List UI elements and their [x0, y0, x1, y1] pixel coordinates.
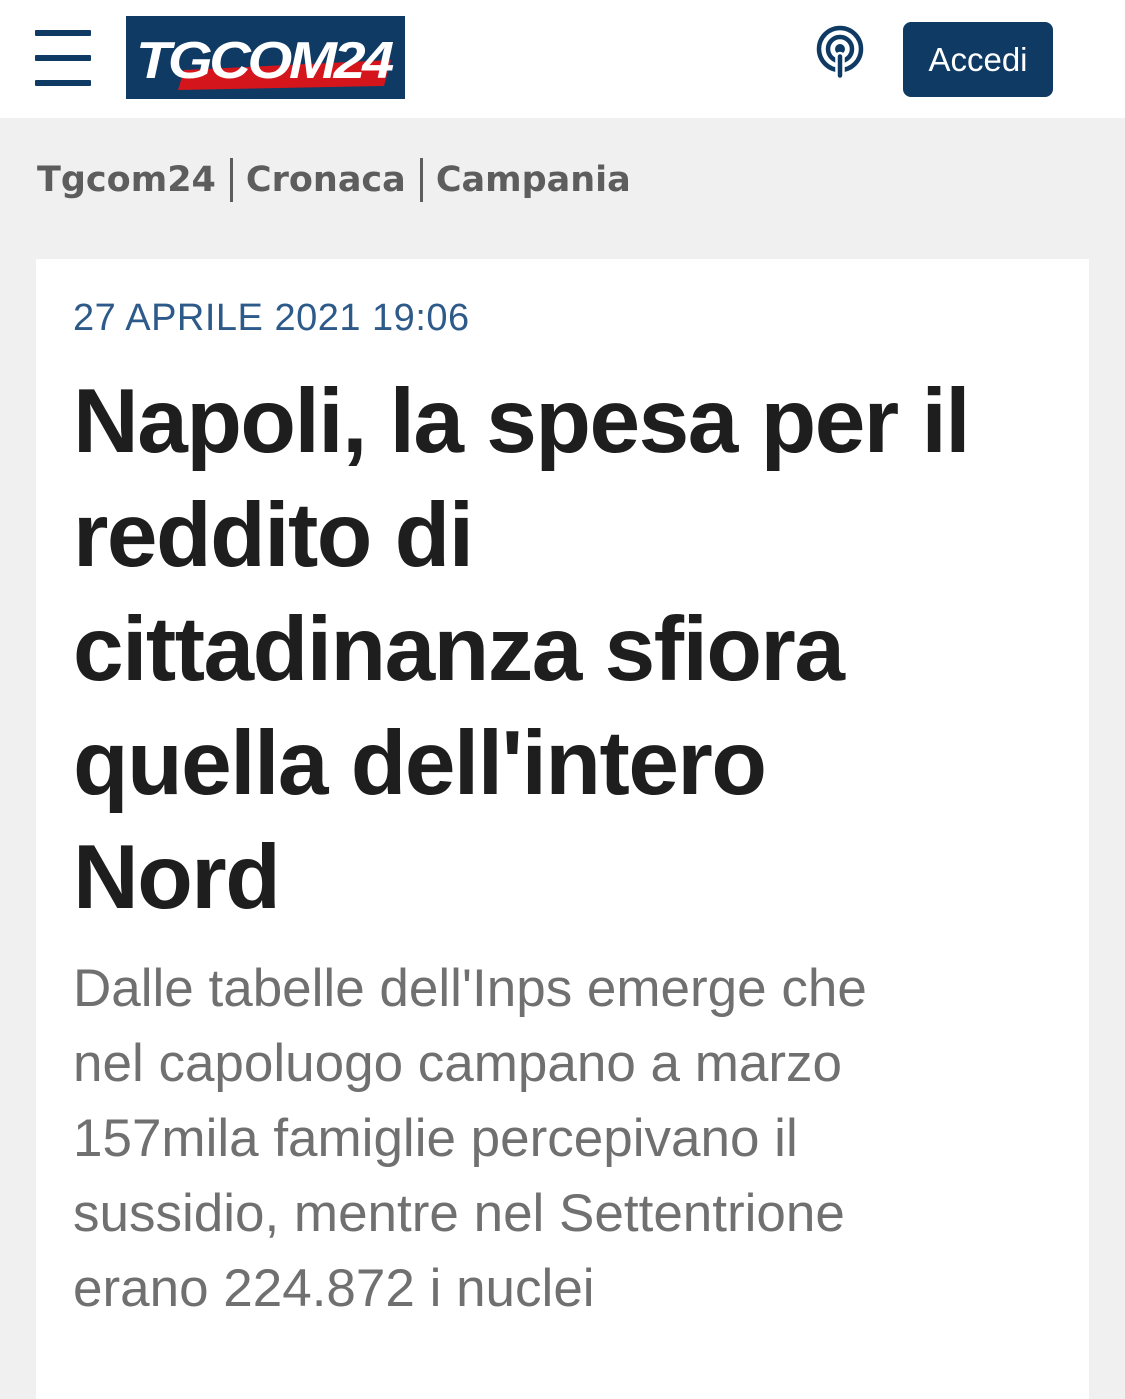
headline-line: quella dell'intero — [73, 713, 767, 814]
tgcom24-logo-graphic: TGCOM24 — [126, 16, 405, 99]
breadcrumb: Tgcom24 Cronaca Campania — [37, 150, 631, 210]
summary-line: Dalle tabelle dell'Inps emerge che — [73, 959, 867, 1018]
headline-line: cittadinanza sfiora — [73, 599, 845, 700]
headline-line: Napoli, la spesa per il — [73, 371, 971, 472]
podcast-icon[interactable] — [812, 24, 868, 82]
summary-line: 157mila famiglie percepivano il — [73, 1109, 798, 1168]
article-date: 27 APRILE 2021 19:06 — [73, 297, 470, 339]
breadcrumb-separator — [229, 158, 233, 202]
summary-line: erano 224.872 i nuclei — [73, 1259, 595, 1318]
breadcrumb-item-campania[interactable]: Campania — [436, 160, 631, 200]
summary-line: sussidio, mentre nel Settentrione — [73, 1184, 845, 1243]
login-button[interactable]: Accedi — [903, 22, 1053, 97]
article-summary: Dalle tabelle dell'Inps emerge che nel c… — [73, 951, 1073, 1326]
tgcom24-logo[interactable]: TGCOM24 — [126, 16, 405, 99]
summary-line: nel capoluogo campano a marzo — [73, 1034, 842, 1093]
top-header: TGCOM24 Accedi — [0, 0, 1125, 118]
headline-line: Nord — [73, 827, 281, 928]
podcast-icon-graphic — [816, 25, 864, 81]
headline-line: reddito di — [73, 485, 474, 586]
article-headline: Napoli, la spesa per il reddito di citta… — [73, 365, 1073, 935]
menu-icon-bar-middle — [35, 55, 91, 61]
breadcrumb-item-cronaca[interactable]: Cronaca — [246, 160, 406, 200]
menu-icon-bar-bottom — [35, 80, 91, 86]
logo-text: TGCOM24 — [136, 32, 394, 90]
breadcrumb-separator — [419, 158, 423, 202]
breadcrumb-item-tgcom24[interactable]: Tgcom24 — [37, 160, 216, 200]
article-card: 27 APRILE 2021 19:06 Napoli, la spesa pe… — [36, 259, 1089, 1399]
menu-icon-bar-top — [35, 30, 91, 36]
hamburger-menu-icon[interactable] — [35, 30, 91, 86]
